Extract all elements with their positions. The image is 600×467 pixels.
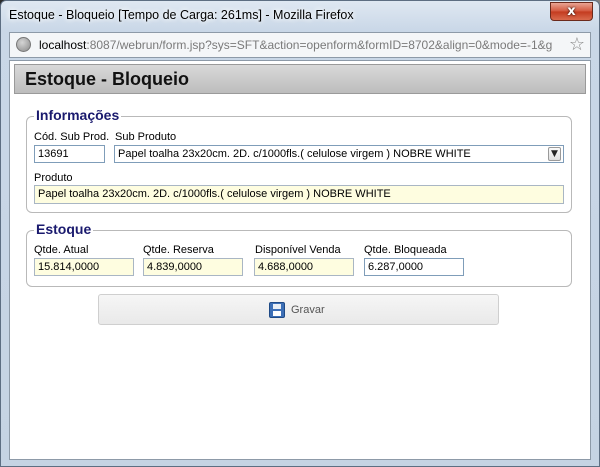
globe-icon bbox=[16, 37, 31, 52]
qtde-reserva-label: Qtde. Reserva bbox=[143, 244, 214, 256]
action-bar: Gravar bbox=[98, 294, 499, 325]
produto-label: Produto bbox=[34, 172, 73, 184]
browser-window: Estoque - Bloqueio [Tempo de Carga: 261m… bbox=[0, 0, 600, 467]
window-title: Estoque - Bloqueio [Tempo de Carga: 261m… bbox=[9, 8, 354, 22]
window-titlebar[interactable]: Estoque - Bloqueio [Tempo de Carga: 261m… bbox=[1, 1, 599, 31]
sub-produto-value: Papel toalha 23x20cm. 2D. c/1000fls.( ce… bbox=[118, 148, 471, 160]
cod-sub-prod-label: Cód. Sub Prod. bbox=[34, 131, 110, 143]
estoque-legend: Estoque bbox=[34, 221, 94, 237]
qtde-atual-field[interactable]: 15.814,0000 bbox=[34, 258, 134, 276]
star-icon[interactable]: ☆ bbox=[569, 34, 585, 55]
url-path: :8087/webrun/form.jsp?sys=SFT&action=ope… bbox=[86, 38, 553, 52]
url-host: localhost bbox=[39, 38, 87, 52]
produto-field[interactable]: Papel toalha 23x20cm. 2D. c/1000fls.( ce… bbox=[34, 185, 564, 204]
disponivel-venda-label: Disponível Venda bbox=[255, 244, 341, 256]
floppy-disk-icon bbox=[269, 302, 285, 318]
qtde-atual-label: Qtde. Atual bbox=[34, 244, 89, 256]
sub-produto-select[interactable]: Papel toalha 23x20cm. 2D. c/1000fls.( ce… bbox=[114, 145, 564, 163]
address-bar[interactable]: localhost:8087/webrun/form.jsp?sys=SFT&a… bbox=[9, 32, 591, 58]
estoque-group: Estoque Qtde. Atual 15.814,0000 Qtde. Re… bbox=[26, 221, 572, 287]
qtde-reserva-field[interactable]: 4.839,0000 bbox=[143, 258, 243, 276]
close-icon: x bbox=[567, 4, 576, 19]
disponivel-venda-field[interactable]: 4.688,0000 bbox=[254, 258, 354, 276]
page-title: Estoque - Bloqueio bbox=[25, 69, 189, 89]
url-text[interactable]: localhost:8087/webrun/form.jsp?sys=SFT&a… bbox=[39, 38, 552, 52]
form-content: Estoque - Bloqueio Informações Cód. Sub … bbox=[9, 60, 591, 460]
cod-sub-prod-input[interactable]: 13691 bbox=[34, 145, 105, 163]
save-button-label: Gravar bbox=[291, 304, 325, 316]
save-button[interactable]: Gravar bbox=[269, 301, 325, 319]
qtde-bloqueada-input[interactable]: 6.287,0000 bbox=[364, 258, 464, 276]
chevron-down-icon[interactable]: ▼ bbox=[548, 147, 561, 161]
qtde-bloqueada-label: Qtde. Bloqueada bbox=[364, 244, 447, 256]
page-header: Estoque - Bloqueio bbox=[14, 64, 586, 94]
informacoes-group: Informações Cód. Sub Prod. 13691 Sub Pro… bbox=[26, 107, 572, 213]
informacoes-legend: Informações bbox=[34, 107, 122, 123]
sub-produto-label: Sub Produto bbox=[115, 131, 177, 143]
close-button[interactable]: x bbox=[550, 2, 593, 21]
